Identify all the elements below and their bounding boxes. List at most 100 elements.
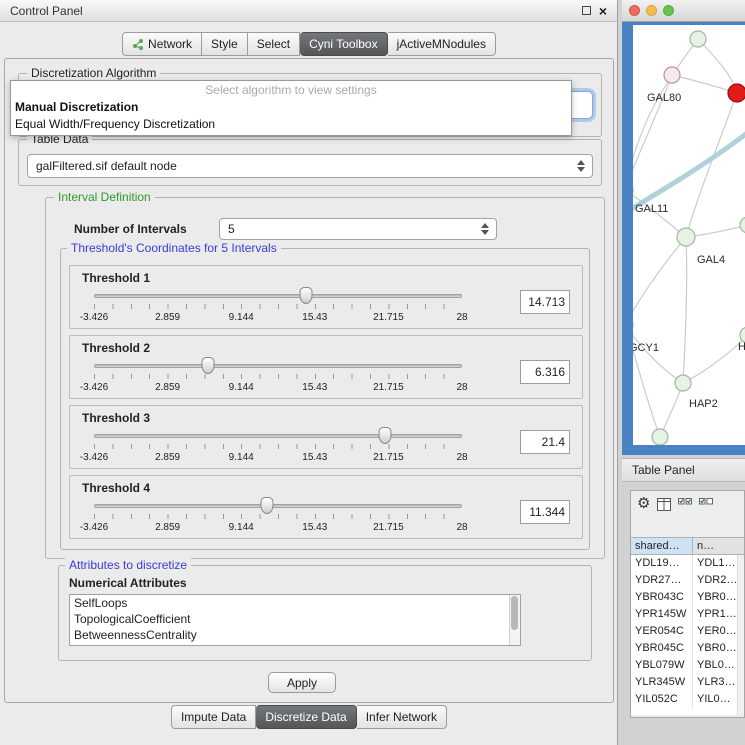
tab-impute-data[interactable]: Impute Data — [171, 705, 256, 729]
table-row[interactable]: YBR043CYBR0… — [631, 589, 744, 606]
list-scrollbar[interactable] — [509, 595, 520, 645]
dropdown-item-equal-width-frequency[interactable]: Equal Width/Frequency Discretization — [11, 116, 571, 133]
table-row[interactable]: YBL079WYBL0… — [631, 657, 744, 674]
table-panel-title: Table Panel — [632, 463, 695, 477]
threshold-label: Threshold 3 — [82, 411, 150, 425]
tab-discretize-data[interactable]: Discretize Data — [256, 705, 356, 729]
scale-label: 21.715 — [373, 522, 404, 533]
node-label-truncated: H — [738, 341, 745, 353]
slider-track[interactable] — [94, 364, 462, 368]
scale-label: 15.43 — [302, 452, 327, 463]
network-node-selected[interactable] — [728, 84, 745, 102]
tab-style[interactable]: Style — [202, 32, 248, 56]
float-window-icon[interactable] — [582, 6, 591, 15]
threshold-label: Threshold 1 — [82, 271, 150, 285]
number-of-intervals-label: Number of Intervals — [74, 222, 187, 236]
table-row[interactable]: YLR345WYLR3… — [631, 674, 744, 691]
network-node-gal80[interactable] — [664, 67, 680, 83]
tab-label: Discretize Data — [265, 710, 346, 724]
slider-thumb[interactable] — [300, 287, 313, 304]
table-row[interactable]: YBR045CYBR0… — [631, 640, 744, 657]
table-row[interactable]: YPR145WYPR1… — [631, 606, 744, 623]
tab-jactivemnodules[interactable]: jActiveMNodules — [388, 32, 496, 56]
numerical-attributes-label: Numerical Attributes — [69, 576, 187, 590]
close-traffic-light[interactable] — [629, 5, 640, 16]
threshold-value-field[interactable]: 14.713 — [520, 290, 570, 314]
threshold-panel-2: Threshold 2 -3.426 2.859 9.144 15.43 21.… — [69, 335, 583, 399]
scale-label: -3.426 — [80, 522, 108, 533]
list-item[interactable]: SelfLoops — [70, 595, 520, 611]
threshold-panel-3: Threshold 3 -3.426 2.859 9.144 15.43 21.… — [69, 405, 583, 469]
slider-thumb[interactable] — [260, 497, 273, 514]
gear-icon[interactable]: ⚙ — [637, 496, 650, 512]
dropdown-item-manual-discretization[interactable]: Manual Discretization — [11, 99, 571, 116]
interval-definition-group: Interval Definition Number of Intervals … — [45, 197, 605, 559]
close-icon[interactable]: × — [599, 5, 607, 17]
scale-label: 15.43 — [302, 382, 327, 393]
number-of-intervals-value: 5 — [220, 222, 477, 236]
tab-cyni-toolbox[interactable]: Cyni Toolbox — [300, 32, 387, 56]
scale-label: -3.426 — [80, 312, 108, 323]
tab-select[interactable]: Select — [248, 32, 300, 56]
threshold-slider[interactable]: -3.426 2.859 9.144 15.43 21.715 28 — [94, 356, 462, 398]
table-data-value: galFiltered.sif default node — [28, 159, 573, 173]
scale-label: 28 — [456, 452, 467, 463]
tab-label: Cyni Toolbox — [309, 37, 377, 51]
tab-label: jActiveMNodules — [397, 37, 486, 51]
network-canvas[interactable]: GAL80 GAL11 GAL4 GCY1 HAP2 H — [633, 25, 745, 445]
tab-label: Select — [257, 37, 290, 51]
network-node-gal4[interactable] — [677, 228, 695, 246]
number-of-intervals-combobox[interactable]: 5 — [219, 218, 497, 240]
zoom-traffic-light[interactable] — [663, 5, 674, 16]
scale-label: 2.859 — [155, 382, 180, 393]
attributes-group: Attributes to discretize Numerical Attri… — [58, 565, 592, 661]
columns-icon[interactable] — [657, 498, 671, 511]
network-node[interactable] — [690, 31, 706, 47]
list-item[interactable]: BetweennessCentrality — [70, 627, 520, 643]
threshold-slider[interactable]: -3.426 2.859 9.144 15.43 21.715 28 — [94, 426, 462, 468]
slider-ticks — [94, 444, 462, 449]
slider-thumb[interactable] — [202, 357, 215, 374]
slider-track[interactable] — [94, 294, 462, 298]
apply-button[interactable]: Apply — [268, 672, 336, 693]
network-node[interactable] — [652, 429, 668, 445]
table-row[interactable]: YDR27…YDR2… — [631, 572, 744, 589]
column-header-name[interactable]: n… — [693, 538, 744, 554]
table-data-group: Table Data galFiltered.sif default node — [18, 139, 602, 186]
slider-thumb[interactable] — [378, 427, 391, 444]
network-node-hap2[interactable] — [675, 375, 691, 391]
table-row[interactable]: YDL19…YDL1… — [631, 555, 744, 572]
network-view-window: GAL80 GAL11 GAL4 GCY1 HAP2 H — [622, 0, 745, 455]
tab-infer-network[interactable]: Infer Network — [357, 705, 447, 729]
tab-network[interactable]: Network — [122, 32, 202, 56]
table-scrollbar[interactable] — [737, 555, 744, 715]
slider-track[interactable] — [94, 434, 462, 438]
threshold-value-field[interactable]: 11.344 — [520, 500, 570, 524]
network-node[interactable] — [740, 217, 745, 233]
threshold-slider[interactable]: -3.426 2.859 9.144 15.43 21.715 28 — [94, 286, 462, 328]
threshold-value-field[interactable]: 21.4 — [520, 430, 570, 454]
scale-label: 9.144 — [229, 382, 254, 393]
select-all-columns-icon[interactable] — [678, 498, 692, 511]
group-title: Threshold's Coordinates for 5 Intervals — [67, 241, 281, 255]
minimize-traffic-light[interactable] — [646, 5, 657, 16]
slider-track[interactable] — [94, 504, 462, 508]
control-panel-titlebar: Control Panel × — [0, 0, 617, 22]
slider-ticks — [94, 514, 462, 519]
scale-label: 21.715 — [373, 382, 404, 393]
network-icon — [132, 38, 144, 50]
table-row[interactable]: YIL052CYIL0… — [631, 691, 744, 708]
thresholds-group: Threshold's Coordinates for 5 Intervals … — [60, 248, 590, 550]
tab-label: Infer Network — [366, 710, 437, 724]
deselect-columns-icon[interactable] — [699, 498, 713, 511]
scale-label: 9.144 — [229, 312, 254, 323]
node-label-gcy1: GCY1 — [633, 342, 659, 354]
table-row[interactable]: YER054CYER0… — [631, 623, 744, 640]
column-header-shared-name[interactable]: shared… — [631, 538, 693, 554]
threshold-slider[interactable]: -3.426 2.859 9.144 15.43 21.715 28 — [94, 496, 462, 538]
list-item[interactable]: TopologicalCoefficient — [70, 611, 520, 627]
tab-label: Impute Data — [181, 710, 246, 724]
scale-label: 28 — [456, 312, 467, 323]
threshold-value-field[interactable]: 6.316 — [520, 360, 570, 384]
table-data-combobox[interactable]: galFiltered.sif default node — [27, 154, 593, 178]
